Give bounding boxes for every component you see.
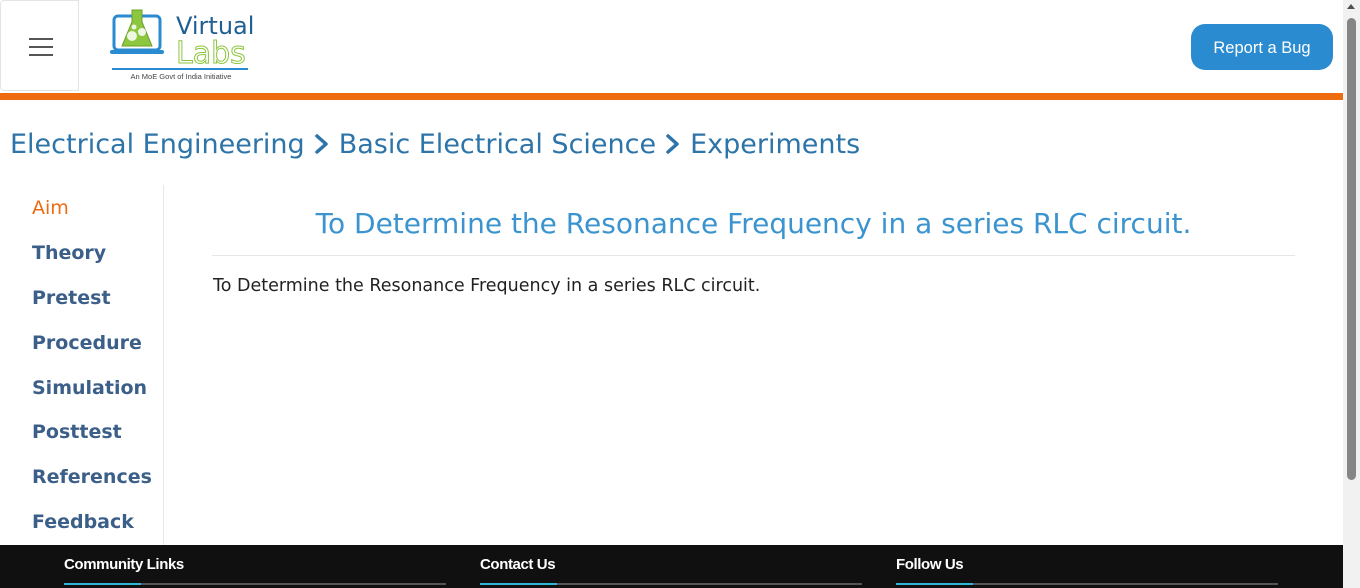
experiment-sidebar: Aim Theory Pretest Procedure Simulation … [0,185,164,545]
sidebar-item-posttest[interactable]: Posttest [32,421,122,443]
chevron-right-icon [314,134,328,154]
site-footer: Community Links Contact Us Follow Us [0,545,1343,588]
footer-follow-us: Follow Us [896,545,1278,588]
footer-heading: Contact Us [480,556,556,573]
report-bug-button[interactable]: Report a Bug [1191,24,1333,70]
title-divider [212,255,1295,256]
sidebar-item-aim[interactable]: Aim [32,197,69,219]
logo-graphic: Virtual Labs [110,9,254,72]
breadcrumb-electrical-engineering[interactable]: Electrical Engineering [10,129,305,160]
page-title: To Determine the Resonance Frequency in … [315,207,1192,240]
sidebar-item-procedure[interactable]: Procedure [32,332,142,354]
breadcrumb: Electrical Engineering Basic Electrical … [10,124,860,164]
sidebar-item-simulation[interactable]: Simulation [32,377,147,399]
footer-community-links: Community Links [64,545,446,588]
aim-text: To Determine the Resonance Frequency in … [213,276,761,296]
logo-tagline: An MoE Govt of India Initiative [130,72,232,81]
sidebar-item-theory[interactable]: Theory [32,242,106,264]
breadcrumb-experiments[interactable]: Experiments [690,129,860,160]
scroll-up-arrow-icon[interactable] [1347,4,1355,9]
chevron-right-icon [666,134,679,154]
breadcrumb-basic-electrical-science[interactable]: Basic Electrical Science [339,129,656,160]
footer-contact-us: Contact Us [480,545,862,588]
logo-word-labs: Labs [176,36,246,71]
sidebar-item-pretest[interactable]: Pretest [32,287,111,309]
sidebar-item-references[interactable]: References [32,466,152,488]
sidebar-item-feedback[interactable]: Feedback [32,511,134,533]
footer-heading: Follow Us [896,556,964,573]
footer-heading: Community Links [64,556,184,573]
page-scrollbar[interactable] [1343,0,1360,588]
header-accent-bar [0,93,1343,100]
virtual-labs-logo[interactable]: Virtual Labs An MoE Govt of India Initia… [108,6,258,86]
hamburger-menu-button[interactable] [0,0,79,91]
scrollbar-thumb[interactable] [1347,18,1356,480]
site-header: Virtual Labs An MoE Govt of India Initia… [0,0,1343,93]
